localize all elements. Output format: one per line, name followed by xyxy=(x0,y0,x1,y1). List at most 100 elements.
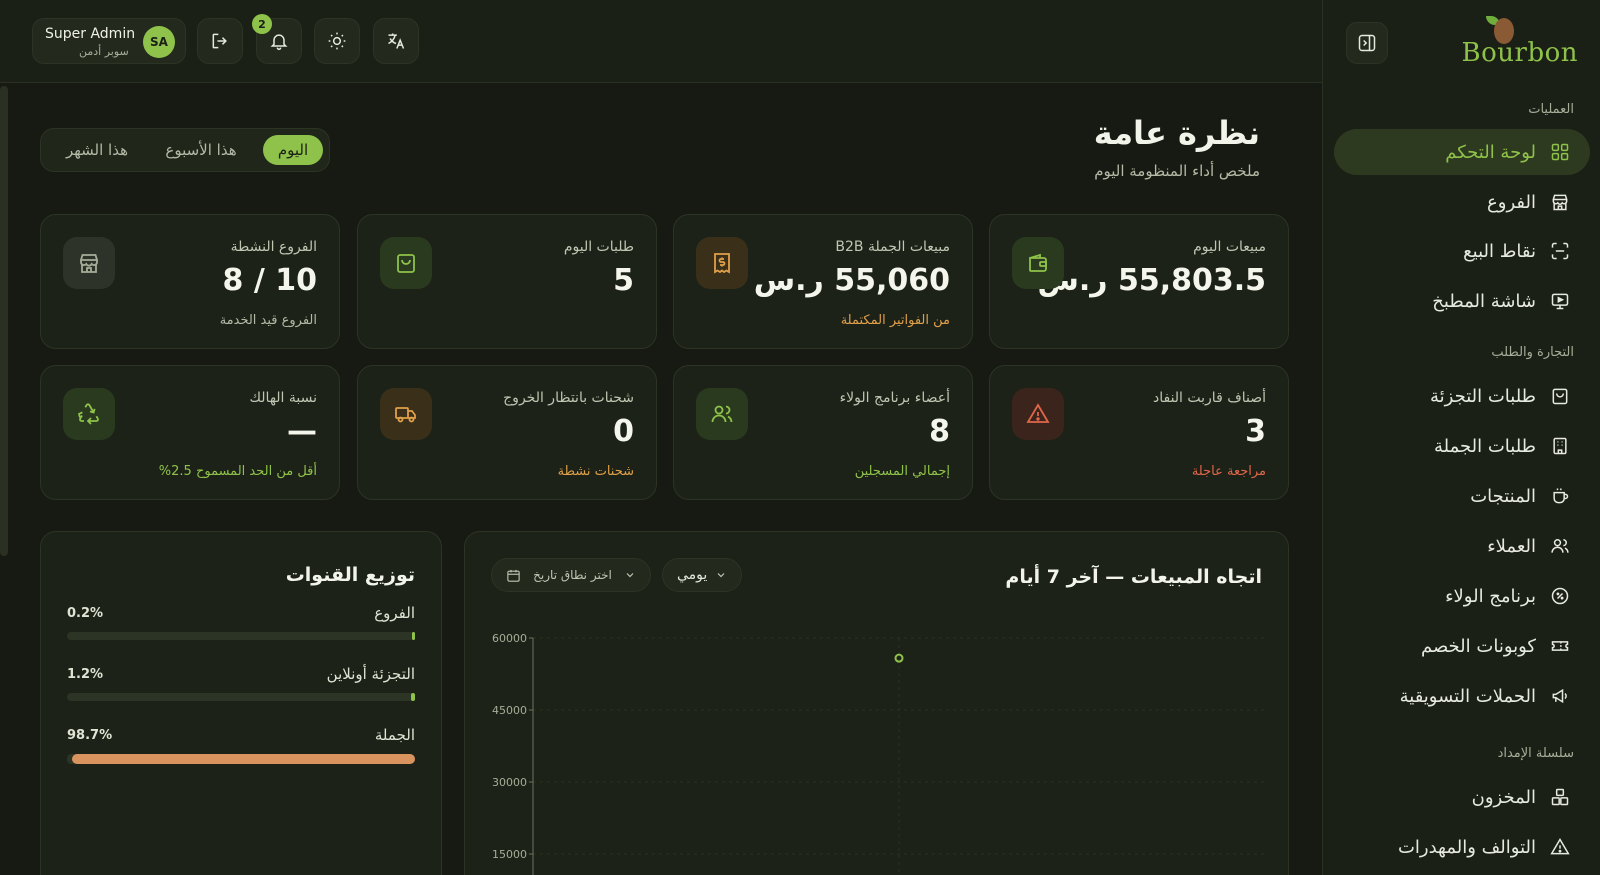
megaphone-icon xyxy=(1552,688,1567,704)
sidebar-item-campaigns[interactable]: الحملات التسويقية xyxy=(1334,673,1590,719)
stat-note: أقل من الحد المسموح 2.5% xyxy=(158,464,317,479)
user-name: Super Admin xyxy=(45,26,136,42)
sales-trend-panel: اتجاه المبيعات — آخر 7 أيام يومي اختر نط… xyxy=(464,531,1289,875)
brand-logo[interactable]: Bourbon xyxy=(1462,14,1578,70)
topbar: Super Admin سوبر أدمن SA 2 xyxy=(0,0,1322,83)
page-subtitle: ملخص أداء المنظومة اليوم xyxy=(1094,162,1260,180)
channel-label: التجزئة أونلاين xyxy=(326,665,415,683)
panel-title: توزيع القنوات xyxy=(285,564,415,586)
bell-icon xyxy=(270,34,288,51)
stat-value: 3 xyxy=(1245,414,1266,449)
tab-this-month[interactable]: هذا الشهر xyxy=(51,135,143,165)
stat-label: مبيعات اليوم xyxy=(1193,239,1266,255)
sidebar-item-label: كوبونات الخصم xyxy=(1420,635,1536,657)
date-range-placeholder: اختر نطاق تاريخ xyxy=(533,568,612,582)
channel-label: الفروع xyxy=(374,604,415,622)
sidebar-item-products[interactable]: المنتجات xyxy=(1334,473,1590,519)
sales-trend-chart: 60000 45000 30000 15000 xyxy=(492,632,1265,875)
user-menu[interactable]: Super Admin سوبر أدمن SA xyxy=(32,18,186,64)
store-icon xyxy=(63,237,115,289)
stat-value: 8 xyxy=(929,414,950,449)
stat-value: 55,803.5 ر.س xyxy=(1037,263,1266,298)
notification-count-badge: 2 xyxy=(252,14,272,34)
stat-card-low-stock: أصناف قاربت النفاد 3 مراجعة عاجلة xyxy=(989,365,1289,500)
period-select[interactable]: يومي xyxy=(662,558,743,592)
users-icon xyxy=(696,388,748,440)
receipt-icon xyxy=(696,237,748,289)
chevron-down-icon xyxy=(717,573,725,578)
avatar[interactable]: SA xyxy=(143,26,175,58)
date-range-tabs: اليوم هذا الأسبوع هذا الشهر xyxy=(40,128,330,172)
channel-bar-track xyxy=(67,632,415,640)
stat-card-active-branches: الفروع النشطة 10 / 8 الفروع قيد الخدمة xyxy=(40,214,340,349)
stat-card-b2b-sales: مبيعات الجملة B2B 55,060 ر.س من الفواتير… xyxy=(673,214,973,349)
stat-card-today-orders: طلبات اليوم 5 xyxy=(357,214,657,349)
scrollbar[interactable] xyxy=(0,86,8,556)
stat-label: أصناف قاربت النفاد xyxy=(1152,390,1266,406)
bag-icon xyxy=(1552,388,1568,405)
stat-card-pending-shipments: شحنات بانتظار الخروج 0 شحنات نشطة xyxy=(357,365,657,500)
sidebar-toggle-icon xyxy=(1358,34,1376,52)
user-role: سوبر أدمن xyxy=(79,45,129,58)
sidebar-item-label: الفروع xyxy=(1487,191,1536,213)
sidebar-item-coupons[interactable]: كوبونات الخصم xyxy=(1334,623,1590,669)
sidebar-item-inventory[interactable]: المخزون xyxy=(1334,774,1590,820)
stat-label: شحنات بانتظار الخروج xyxy=(503,390,634,406)
sidebar-item-label: الحملات التسويقية xyxy=(1399,685,1536,707)
users-icon xyxy=(1551,539,1569,553)
sidebar-item-retail-orders[interactable]: طلبات التجزئة xyxy=(1334,373,1590,419)
stat-value: 0 xyxy=(613,414,634,449)
panel-title: اتجاه المبيعات — آخر 7 أيام xyxy=(1005,566,1262,588)
sidebar-item-label: طلبات التجزئة xyxy=(1430,385,1536,407)
notifications-button[interactable]: 2 xyxy=(252,14,302,64)
truck-icon xyxy=(380,388,432,440)
sidebar-item-pos[interactable]: نقاط البيع xyxy=(1334,228,1590,274)
theme-toggle-button[interactable] xyxy=(314,18,360,64)
chevron-down-icon xyxy=(626,573,634,578)
sidebar-item-customers[interactable]: العملاء xyxy=(1334,523,1590,569)
stat-note: الفروع قيد الخدمة xyxy=(219,313,317,328)
stat-note: من الفواتير المكتملة xyxy=(840,313,950,328)
channel-percent: 1.2% xyxy=(67,667,104,682)
bag-icon xyxy=(380,237,432,289)
channel-label: الجملة xyxy=(374,726,415,744)
sidebar-item-waste[interactable]: التوالف والمهدرات xyxy=(1334,824,1590,870)
period-select-value: يومي xyxy=(677,567,708,583)
stat-value: 55,060 ر.س xyxy=(753,263,950,298)
sidebar: Bourbon العمليات لوحة التحكم الفروع نقاط… xyxy=(1322,0,1600,875)
sidebar-item-dashboard[interactable]: لوحة التحكم xyxy=(1334,129,1590,175)
sidebar-collapse-button[interactable] xyxy=(1346,22,1388,64)
sidebar-item-wholesale-orders[interactable]: طلبات الجملة xyxy=(1334,423,1590,469)
stat-value: 10 / 8 xyxy=(222,263,317,298)
wallet-icon xyxy=(1012,237,1064,289)
sidebar-item-label: لوحة التحكم xyxy=(1445,141,1536,163)
store-icon xyxy=(1552,194,1568,211)
stat-value: — xyxy=(287,414,317,449)
sidebar-item-branches[interactable]: الفروع xyxy=(1334,179,1590,225)
sidebar-item-loyalty[interactable]: برنامج الولاء xyxy=(1334,573,1590,619)
date-range-picker[interactable]: اختر نطاق تاريخ xyxy=(491,558,651,592)
logout-button[interactable] xyxy=(197,18,243,64)
stat-note: إجمالي المسجلين xyxy=(854,464,950,479)
sun-icon xyxy=(328,32,346,50)
sidebar-item-kitchen-display[interactable]: شاشة المطبخ xyxy=(1334,278,1590,324)
stat-label: نسبة الهالك xyxy=(249,390,317,406)
stat-label: مبيعات الجملة B2B xyxy=(835,239,950,255)
stat-value: 5 xyxy=(613,263,634,298)
tab-today[interactable]: اليوم xyxy=(263,135,323,165)
stat-card-today-sales: مبيعات اليوم 55,803.5 ر.س xyxy=(989,214,1289,349)
boxes-icon xyxy=(1551,788,1569,806)
scan-icon xyxy=(1551,242,1569,260)
sidebar-item-label: المخزون xyxy=(1471,786,1536,808)
y-tick-label: 30000 xyxy=(492,776,527,789)
stat-card-loyalty-members: أعضاء برنامج الولاء 8 إجمالي المسجلين xyxy=(673,365,973,500)
channel-bar-fill xyxy=(71,754,415,764)
calendar-icon xyxy=(507,569,520,582)
dashboard-grid-icon xyxy=(1551,143,1569,161)
y-tick-label: 45000 xyxy=(492,704,527,717)
language-button[interactable] xyxy=(373,18,419,64)
channel-bar-track xyxy=(67,693,415,701)
stat-label: الفروع النشطة xyxy=(230,239,317,255)
tab-this-week[interactable]: هذا الأسبوع xyxy=(149,135,253,165)
nav-section-operations: العمليات xyxy=(1528,102,1574,117)
